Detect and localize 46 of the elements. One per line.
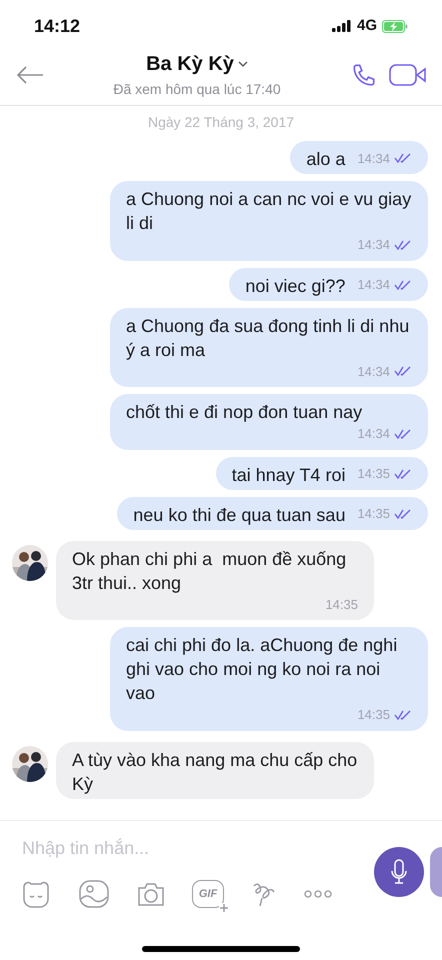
last-seen: Đã xem hôm qua lúc 17:40 [113, 80, 281, 99]
double-check-icon [394, 468, 412, 479]
message-time: 14:35 [325, 596, 358, 614]
message-text: neu ko thi đe qua tuan sau [133, 504, 346, 526]
double-check-icon [394, 153, 412, 164]
message-text: a Chuong đa sua đong tinh li di nhu ý a roi ma [126, 314, 410, 362]
message-time: 14:35 [357, 465, 390, 483]
network-label: 4G [356, 16, 377, 36]
message-time: 14:34 [357, 362, 390, 380]
double-check-icon [394, 366, 412, 376]
double-check-icon [394, 710, 412, 720]
message-text: A tùy vào kha nang ma chu cấp cho Kỳ [72, 748, 358, 796]
chevron-down-icon [238, 61, 248, 67]
date-divider: Ngày 22 Tháng 3, 2017 [148, 113, 294, 132]
message-text: cai chi phi đo la. aChuong đe nghi ghi vao cho moi ng ko noi ra noi vao [126, 634, 398, 705]
message-time: 14:34 [357, 425, 390, 443]
message-time: 14:34 [357, 276, 390, 294]
more-button[interactable] [304, 890, 332, 898]
video-camera-icon [389, 62, 427, 86]
message-text: tai hnay T4 roi [232, 464, 346, 486]
double-check-icon [394, 428, 412, 439]
microphone-icon [389, 858, 409, 886]
status-time: 14:12 [34, 14, 80, 38]
message-time: 14:35 [357, 505, 390, 523]
gallery-button[interactable] [78, 879, 110, 909]
message-text: noi viec gi?? [245, 274, 346, 298]
battery-charging-icon [382, 20, 408, 32]
double-check-icon [394, 508, 412, 519]
message-time: 14:34 [357, 150, 390, 168]
message-text: a Chuong noi a can nc voi e vu giay li di [126, 188, 412, 235]
more-dots-icon [304, 890, 332, 898]
image-icon [78, 879, 110, 909]
double-check-icon [394, 280, 412, 290]
signal-icon [332, 20, 352, 32]
microphone-button[interactable] [374, 847, 424, 897]
message-time: 14:35 [357, 706, 390, 724]
message-time: 14:34 [357, 236, 390, 254]
message-input[interactable]: Nhập tin nhắn... [22, 833, 322, 863]
message-text: alo a [306, 148, 346, 171]
message-text: chốt thi e đi nop đon tuan nay [126, 401, 364, 424]
send-button-edge[interactable] [430, 847, 442, 897]
double-check-icon [394, 240, 412, 250]
message-text: Ok phan chi phi a muon đề xuống 3tr thui.. xong [72, 548, 348, 594]
back-arrow-icon [16, 64, 44, 84]
phone-icon [351, 62, 377, 88]
contact-name[interactable]: Ba Kỳ Kỳ [146, 49, 234, 79]
